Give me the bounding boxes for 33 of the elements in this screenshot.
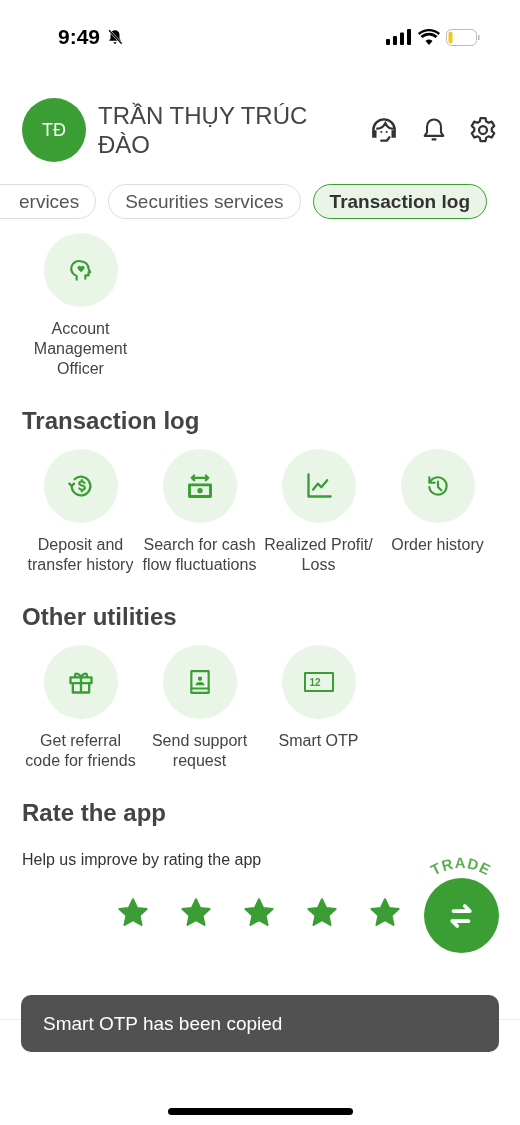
- section-title: Transaction log: [22, 407, 201, 435]
- battery-icon: [446, 28, 480, 46]
- section-title: Rate the app: [22, 799, 168, 827]
- section-title: Other utilities: [22, 603, 178, 631]
- star-icon[interactable]: [243, 897, 275, 928]
- muted-bell-icon: [106, 28, 125, 46]
- tab[interactable]: Transaction log: [312, 184, 487, 219]
- wifi-icon: [418, 29, 440, 45]
- shortcut-label: Deposit and transfer history: [26, 535, 135, 575]
- shortcut-label: Get referral code for friends: [24, 731, 137, 771]
- shortcut-label: Order history: [391, 535, 484, 555]
- star-icon[interactable]: [180, 897, 212, 928]
- shortcut-label: Account Management Officer: [32, 319, 129, 379]
- line-chart-icon: [304, 472, 333, 500]
- shortcut-label: Send support request: [150, 731, 249, 771]
- toast-message: Smart OTP has been copied: [21, 995, 499, 1052]
- star-icon[interactable]: [117, 897, 149, 928]
- rating-prompt: Help us improve by rating the app: [22, 851, 262, 869]
- star-icon[interactable]: [306, 897, 338, 928]
- trade-label: TRADE: [420, 854, 502, 878]
- signal-icon: [386, 29, 412, 45]
- user-name: TRẦN THỤY TRÚC ĐÀO: [98, 101, 309, 159]
- shortcut-label: Search for cash flow fluctuations: [141, 535, 258, 575]
- tab[interactable]: ervices: [0, 184, 97, 219]
- tab[interactable]: Securities services: [108, 184, 301, 219]
- status-time: 9:49: [58, 25, 101, 49]
- cash-exchange-icon: [185, 472, 214, 500]
- shortcut-label: Realized Profit/ Loss: [263, 535, 374, 575]
- shortcut-label: Smart OTP: [278, 731, 359, 751]
- otp-card-icon: 12: [303, 671, 334, 693]
- head-heart-icon: [67, 257, 94, 283]
- settings-icon[interactable]: [468, 115, 498, 145]
- star-icon[interactable]: [369, 897, 401, 928]
